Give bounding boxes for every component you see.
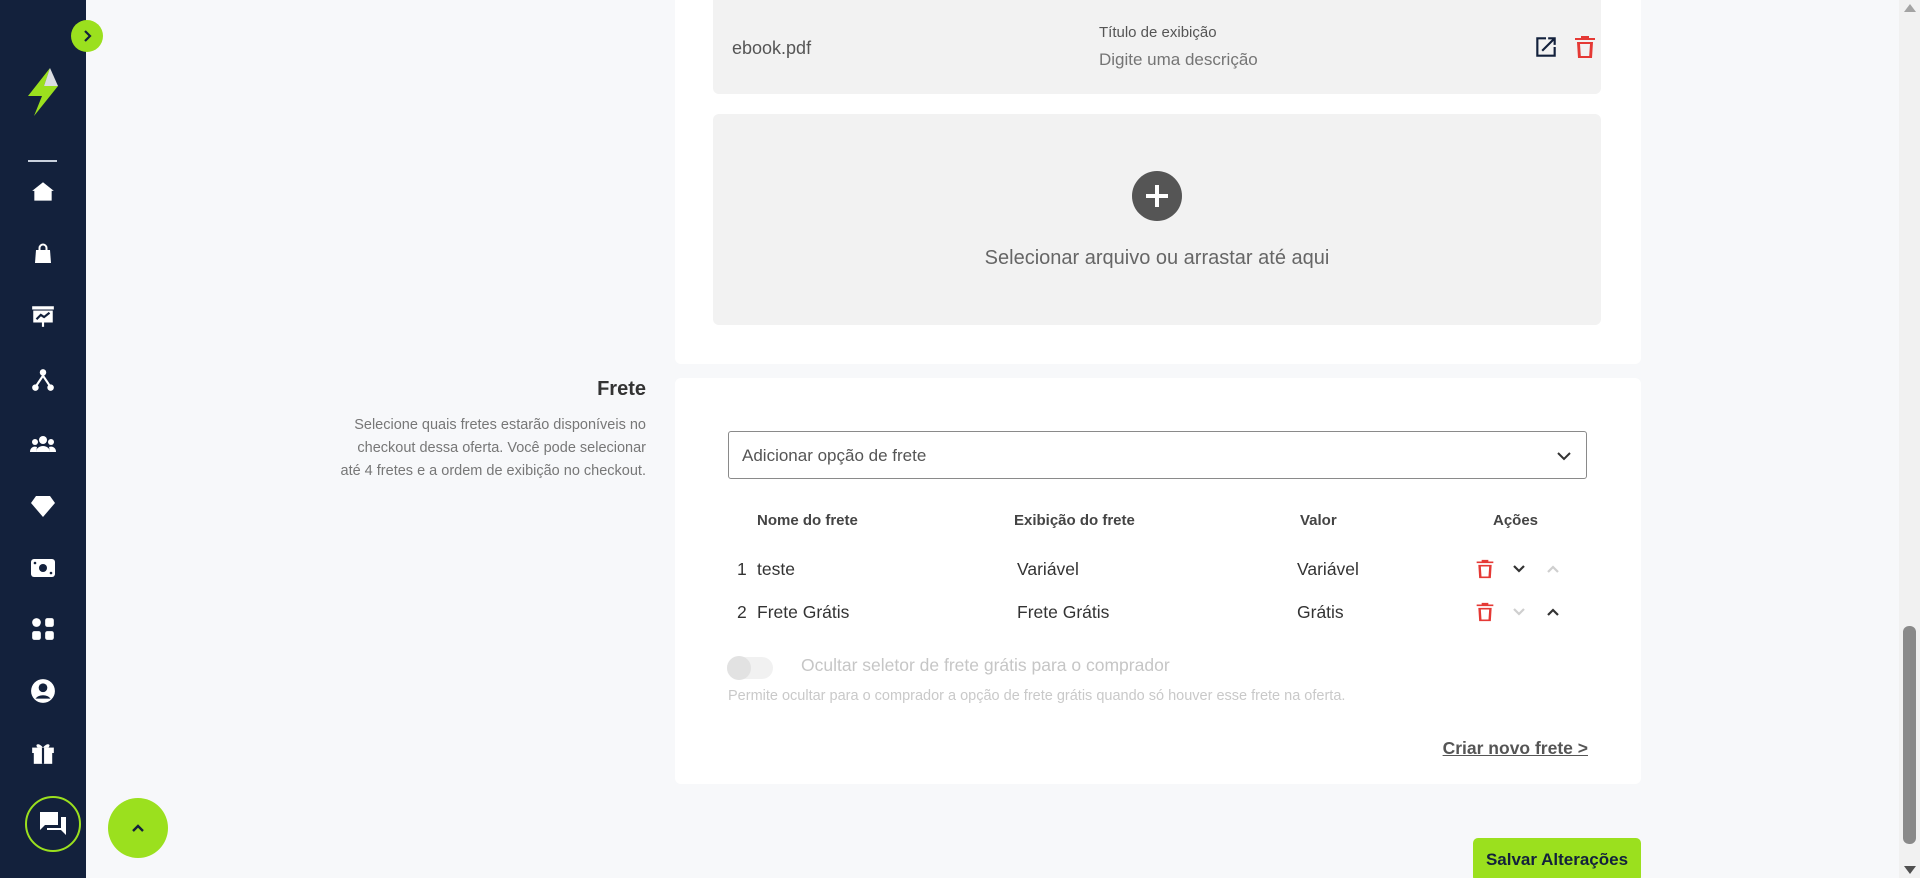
display-title-input[interactable] — [1099, 50, 1399, 70]
logo — [28, 68, 58, 116]
move-up-button[interactable] — [1542, 601, 1564, 623]
chevron-down-icon — [1557, 452, 1571, 461]
home-icon — [32, 182, 54, 201]
file-dropzone[interactable]: Selecionar arquivo ou arrastar até aqui — [713, 114, 1601, 325]
diamond-icon — [31, 496, 55, 517]
chevron-up-icon — [132, 824, 144, 832]
uploaded-file-row: ebook.pdf Título de exibição — [713, 0, 1601, 94]
chevron-down-icon — [1513, 608, 1525, 616]
scroll-down-arrow[interactable] — [1904, 866, 1916, 874]
chevron-up-icon — [1547, 565, 1559, 573]
sidebar-item-account[interactable] — [27, 675, 59, 707]
sidebar-item-members[interactable] — [27, 490, 59, 522]
row-name: Frete Grátis — [757, 602, 850, 622]
add-frete-select[interactable]: Adicionar opção de frete — [728, 431, 1587, 479]
hide-free-shipping-help: Permite ocultar para o comprador a opção… — [728, 688, 1346, 704]
sidebar-item-financial[interactable] — [27, 552, 59, 584]
col-header-actions: Ações — [1493, 512, 1539, 529]
col-header-name: Nome do frete — [757, 512, 858, 529]
back-to-top-button[interactable] — [108, 798, 168, 858]
trash-icon — [1476, 602, 1494, 622]
chevron-right-icon — [84, 30, 92, 42]
frete-section-description: Selecione quais fretes estarão disponíve… — [340, 417, 647, 479]
toggle-knob — [727, 656, 751, 680]
sidebar-divider — [28, 160, 57, 162]
col-header-display: Exibição do frete — [1014, 512, 1135, 529]
hide-free-shipping-label: Ocultar seletor de frete grátis para o c… — [801, 655, 1170, 675]
sidebar-item-home[interactable] — [27, 176, 59, 208]
network-icon — [32, 369, 54, 391]
sidebar-item-products[interactable] — [27, 238, 59, 270]
scroll-up-arrow[interactable] — [1904, 4, 1916, 12]
save-button[interactable]: Salvar Alterações — [1473, 838, 1641, 878]
sidebar-expand-button[interactable] — [71, 20, 103, 52]
row-display: Frete Grátis — [1017, 602, 1110, 622]
move-down-button[interactable] — [1508, 601, 1530, 623]
plus-circle-icon — [1132, 171, 1182, 221]
sidebar-item-customers[interactable] — [27, 428, 59, 460]
row-value: Variável — [1297, 559, 1359, 579]
frete-card: Adicionar opção de frete Nome do frete E… — [675, 378, 1641, 784]
user-circle-icon — [31, 679, 55, 703]
scroll-thumb[interactable] — [1903, 626, 1916, 844]
create-frete-link[interactable]: Criar novo frete > — [1443, 738, 1588, 759]
dropzone-text: Selecionar arquivo ou arrastar até aqui — [984, 247, 1330, 269]
move-up-button[interactable] — [1542, 558, 1564, 580]
sidebar — [0, 0, 86, 878]
delete-file-icon[interactable] — [1573, 34, 1597, 60]
presentation-chart-icon — [32, 306, 54, 327]
move-down-button[interactable] — [1508, 558, 1530, 580]
chevron-down-icon — [1513, 565, 1525, 573]
row-index: 2 — [737, 602, 747, 622]
open-external-icon[interactable] — [1533, 34, 1559, 60]
shopping-bag-icon — [35, 243, 51, 263]
hide-free-shipping-toggle[interactable] — [727, 656, 773, 680]
delete-frete-button[interactable] — [1474, 601, 1496, 623]
apps-grid-icon — [32, 618, 54, 640]
add-frete-select-placeholder: Adicionar opção de frete — [742, 446, 927, 465]
file-name: ebook.pdf — [732, 38, 812, 58]
sidebar-item-apps[interactable] — [27, 613, 59, 645]
delete-frete-button[interactable] — [1474, 558, 1496, 580]
row-value: Grátis — [1297, 602, 1344, 622]
display-title-label: Título de exibição — [1099, 24, 1217, 41]
chat-button[interactable] — [25, 796, 81, 852]
chat-icon — [40, 812, 66, 835]
gift-icon — [32, 744, 54, 764]
page-scrollbar[interactable] — [1899, 0, 1920, 878]
chevron-up-icon — [1547, 608, 1559, 616]
frete-section-title: Frete — [597, 378, 646, 400]
sidebar-item-dashboard[interactable] — [27, 300, 59, 332]
row-name: teste — [757, 559, 795, 579]
sidebar-item-affiliates[interactable] — [27, 364, 59, 396]
cash-icon — [31, 559, 55, 577]
row-display: Variável — [1017, 559, 1079, 579]
row-index: 1 — [737, 559, 747, 579]
upload-card: ebook.pdf Título de exibição Selecionar … — [675, 0, 1641, 364]
sidebar-item-rewards[interactable] — [27, 737, 59, 769]
users-icon — [29, 436, 57, 452]
col-header-value: Valor — [1300, 512, 1337, 529]
trash-icon — [1476, 559, 1494, 579]
